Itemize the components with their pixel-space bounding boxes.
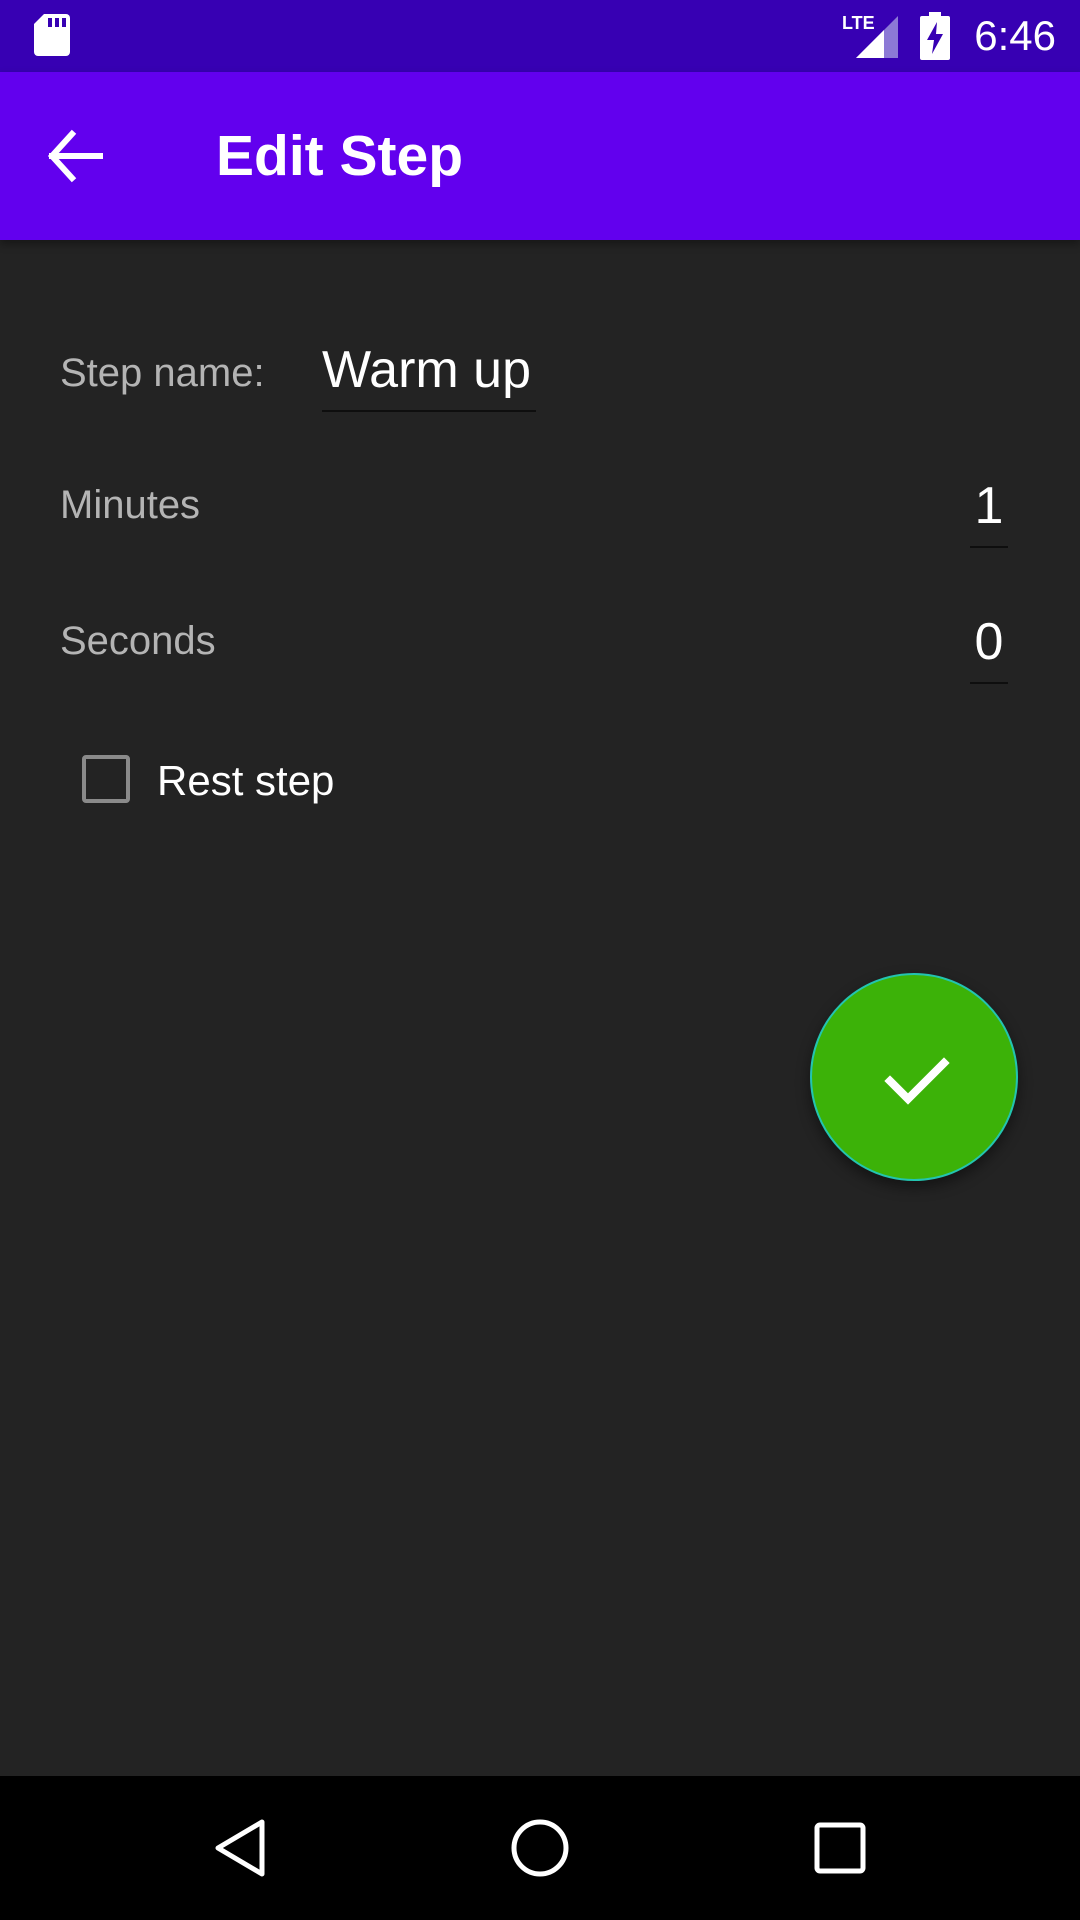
nav-back-icon[interactable] (210, 1816, 274, 1880)
status-bar: LTE 6:46 (0, 0, 1080, 72)
rest-step-checkbox[interactable] (82, 755, 130, 803)
nav-home-icon[interactable] (508, 1816, 572, 1880)
status-time: 6:46 (974, 12, 1056, 59)
seconds-label: Seconds (60, 619, 216, 663)
edit-step-screen: LTE 6:46 Edit Step Step name: Warm up Mi… (0, 0, 1080, 1920)
app-bar: Edit Step (0, 72, 1080, 240)
step-name-label: Step name: (60, 351, 265, 395)
step-name-input[interactable]: Warm up (322, 336, 536, 412)
nav-recents-icon[interactable] (808, 1816, 872, 1880)
back-arrow-icon[interactable] (46, 126, 118, 186)
rest-step-label[interactable]: Rest step (157, 756, 334, 806)
battery-charging-icon (920, 12, 950, 65)
svg-text:LTE: LTE (842, 13, 875, 33)
save-step-button[interactable] (810, 973, 1018, 1181)
check-icon (884, 1057, 950, 1105)
page-title: Edit Step (216, 124, 464, 188)
minutes-label: Minutes (60, 483, 201, 527)
minutes-input[interactable]: 1 (970, 472, 1008, 548)
navigation-bar (0, 1776, 1080, 1920)
seconds-input[interactable]: 0 (970, 608, 1008, 684)
lte-signal-icon: LTE (842, 12, 900, 65)
sd-card-icon (34, 14, 70, 61)
